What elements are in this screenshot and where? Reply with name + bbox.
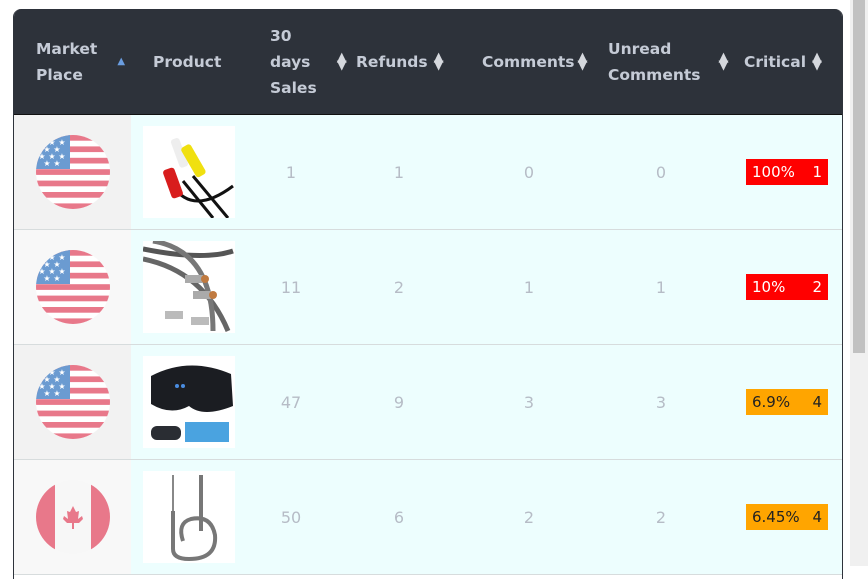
product-image[interactable] bbox=[143, 126, 235, 218]
scrollbar-thumb[interactable] bbox=[853, 0, 865, 353]
critical-badge: 6.45% 4 bbox=[746, 504, 828, 530]
col-sales[interactable]: 30 days Sales ▲ ▼ bbox=[248, 9, 347, 114]
col-marketplace[interactable]: Market Place ▲ bbox=[14, 9, 131, 114]
refunds-cell: 2 bbox=[393, 277, 405, 297]
col-label: Comments bbox=[482, 52, 575, 71]
marketplace-cell bbox=[14, 460, 131, 574]
critical-percent: 6.45% bbox=[752, 508, 800, 526]
product-image[interactable] bbox=[143, 356, 235, 448]
table-row[interactable]: 50 6 2 2 6.45% 4 bbox=[14, 460, 842, 575]
critical-percent: 100% bbox=[752, 163, 795, 181]
unread-comments-cell: 1 bbox=[655, 277, 667, 297]
col-label: 30 days Sales bbox=[270, 26, 317, 97]
critical-count: 4 bbox=[812, 393, 822, 411]
ca-flag-icon bbox=[35, 480, 110, 554]
col-label: Product bbox=[153, 52, 222, 71]
critical-count: 4 bbox=[812, 508, 822, 526]
critical-percent: 10% bbox=[752, 278, 786, 296]
col-comments[interactable]: Comments ▲ ▼ bbox=[464, 9, 594, 114]
table-header: Market Place ▲ Product 30 days Sales ▲ ▼ … bbox=[14, 9, 842, 115]
critical-count: 2 bbox=[812, 278, 822, 296]
svg-text:★: ★ bbox=[38, 253, 45, 262]
sales-cell: 11 bbox=[280, 277, 302, 297]
table-body: ★ ★ ★ ★ ★ ★ ★ ★ ★ ★ 1 1 0 0 100% 1 ★ ★ ★ ★ ★ ★ ★ ★ ★ ★ 11 2 1 1 10% 2 ★ ★… bbox=[14, 115, 842, 575]
sort-asc-icon[interactable]: ▲ bbox=[117, 56, 125, 66]
us-flag-icon: ★ ★ ★ ★ ★ ★ ★ ★ ★ ★ bbox=[35, 250, 110, 324]
unread-comments-cell: 2 bbox=[655, 507, 667, 527]
svg-text:★: ★ bbox=[53, 159, 60, 168]
unread-comments-cell: 0 bbox=[655, 162, 667, 182]
comments-cell: 0 bbox=[523, 162, 535, 182]
sales-cell: 1 bbox=[285, 162, 297, 182]
critical-cell: 100% 1 bbox=[728, 115, 842, 229]
scrollbar[interactable] bbox=[850, 0, 868, 566]
marketplace-cell: ★ ★ ★ ★ ★ ★ ★ ★ ★ ★ bbox=[14, 115, 131, 229]
refunds-cell: 1 bbox=[393, 162, 405, 182]
critical-badge: 6.9% 4 bbox=[746, 389, 828, 415]
svg-text:★: ★ bbox=[38, 138, 45, 147]
critical-count: 1 bbox=[812, 163, 822, 181]
critical-badge: 10% 2 bbox=[746, 274, 828, 300]
marketplace-cell: ★ ★ ★ ★ ★ ★ ★ ★ ★ ★ bbox=[14, 230, 131, 344]
comments-cell: 1 bbox=[523, 277, 535, 297]
unread-comments-cell: 3 bbox=[655, 392, 667, 412]
sort-icon[interactable]: ▲ ▼ bbox=[434, 51, 444, 72]
col-refunds[interactable]: Refunds ▲ ▼ bbox=[334, 9, 464, 114]
col-label: Market Place bbox=[36, 39, 98, 84]
refunds-cell: 9 bbox=[393, 392, 405, 412]
critical-cell: 10% 2 bbox=[728, 230, 842, 344]
product-cell[interactable] bbox=[131, 115, 248, 229]
svg-text:★: ★ bbox=[43, 274, 50, 283]
col-label: Unread Comments bbox=[608, 39, 701, 84]
critical-badge: 100% 1 bbox=[746, 159, 828, 185]
product-image[interactable] bbox=[143, 241, 235, 333]
refunds-cell: 6 bbox=[393, 507, 405, 527]
product-cell[interactable] bbox=[131, 230, 248, 344]
marketplace-cell: ★ ★ ★ ★ ★ ★ ★ ★ ★ ★ bbox=[14, 345, 131, 459]
products-table: Market Place ▲ Product 30 days Sales ▲ ▼ … bbox=[13, 9, 843, 579]
col-product: Product bbox=[131, 9, 248, 114]
svg-text:★: ★ bbox=[53, 389, 60, 398]
us-flag-icon: ★ ★ ★ ★ ★ ★ ★ ★ ★ ★ bbox=[35, 135, 110, 209]
table-row[interactable]: ★ ★ ★ ★ ★ ★ ★ ★ ★ ★ 11 2 1 1 10% 2 bbox=[14, 230, 842, 345]
sort-icon[interactable]: ▲ ▼ bbox=[578, 51, 588, 72]
us-flag-icon: ★ ★ ★ ★ ★ ★ ★ ★ ★ ★ bbox=[35, 365, 110, 439]
svg-text:★: ★ bbox=[38, 368, 45, 377]
col-critical[interactable]: Critical ▲ ▼ bbox=[728, 9, 842, 114]
col-label: Critical bbox=[744, 52, 807, 71]
critical-cell: 6.45% 4 bbox=[728, 460, 842, 574]
svg-text:★: ★ bbox=[43, 159, 50, 168]
table-row[interactable]: ★ ★ ★ ★ ★ ★ ★ ★ ★ ★ 1 1 0 0 100% 1 bbox=[14, 115, 842, 230]
comments-cell: 3 bbox=[523, 392, 535, 412]
critical-percent: 6.9% bbox=[752, 393, 791, 411]
svg-text:★: ★ bbox=[53, 274, 60, 283]
product-image[interactable] bbox=[143, 471, 235, 563]
svg-text:★: ★ bbox=[43, 389, 50, 398]
table-row[interactable]: ★ ★ ★ ★ ★ ★ ★ ★ ★ ★ 47 9 3 3 6.9% 4 bbox=[14, 345, 842, 460]
product-cell[interactable] bbox=[131, 345, 248, 459]
col-unread-comments[interactable]: Unread Comments ▲ ▼ bbox=[594, 9, 729, 114]
comments-cell: 2 bbox=[523, 507, 535, 527]
sort-icon[interactable]: ▲ ▼ bbox=[812, 51, 822, 72]
sales-cell: 50 bbox=[280, 507, 302, 527]
product-cell[interactable] bbox=[131, 460, 248, 574]
critical-cell: 6.9% 4 bbox=[728, 345, 842, 459]
sales-cell: 47 bbox=[280, 392, 302, 412]
col-label: Refunds bbox=[356, 52, 428, 71]
